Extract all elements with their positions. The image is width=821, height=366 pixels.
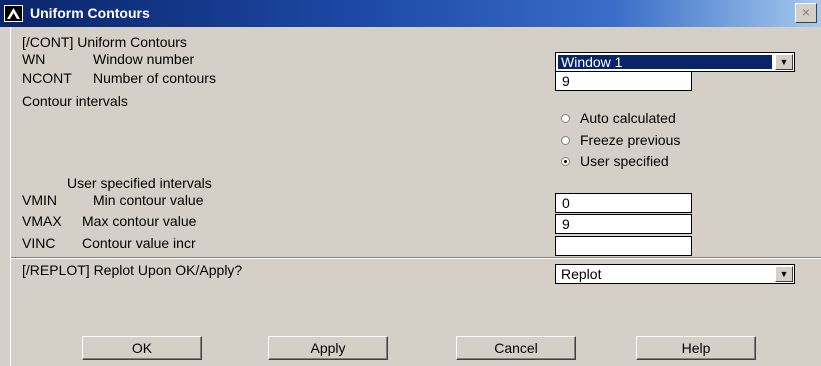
contour-intervals-label: Contour intervals bbox=[22, 93, 128, 109]
vinc-description: Contour value incr bbox=[82, 235, 196, 251]
wn-description: Window number bbox=[93, 51, 195, 67]
radio-user-specified[interactable]: User specified bbox=[561, 153, 761, 171]
cancel-button[interactable]: Cancel bbox=[456, 336, 576, 360]
vmax-input[interactable]: 9 bbox=[555, 214, 692, 234]
close-icon: × bbox=[801, 4, 811, 20]
apply-button[interactable]: Apply bbox=[268, 336, 388, 360]
vmax-key: VMAX bbox=[22, 213, 62, 229]
vmin-description: Min contour value bbox=[93, 192, 204, 208]
replot-label: [/REPLOT] Replot Upon OK/Apply? bbox=[22, 262, 243, 278]
ncont-key: NCONT bbox=[22, 70, 72, 86]
ok-button[interactable]: OK bbox=[82, 336, 202, 360]
window-number-select[interactable]: Window 1 ▼ bbox=[555, 52, 795, 72]
replot-value: Replot bbox=[561, 266, 602, 282]
replot-select[interactable]: Replot ▼ bbox=[555, 264, 795, 284]
radio-freeze-previous[interactable]: Freeze previous bbox=[561, 132, 761, 150]
radio-button-icon[interactable] bbox=[561, 114, 570, 123]
vmin-key: VMIN bbox=[22, 192, 57, 208]
vmin-input[interactable]: 0 bbox=[555, 193, 692, 213]
user-intervals-label: User specified intervals bbox=[67, 175, 212, 191]
dialog-left-frame bbox=[0, 27, 11, 366]
vmax-description: Max contour value bbox=[82, 213, 197, 229]
section-divider bbox=[11, 257, 821, 259]
uniform-contours-dialog: Uniform Contours × [/CONT] Uniform Conto… bbox=[0, 0, 821, 366]
chevron-down-icon[interactable]: ▼ bbox=[775, 54, 793, 70]
app-logo-icon bbox=[4, 5, 23, 22]
wn-key: WN bbox=[22, 51, 46, 67]
chevron-down-icon[interactable]: ▼ bbox=[775, 266, 793, 282]
ncont-input[interactable]: 9 bbox=[555, 71, 692, 91]
ncont-description: Number of contours bbox=[93, 70, 216, 86]
radio-button-selected-icon[interactable] bbox=[561, 157, 570, 166]
vinc-input[interactable] bbox=[555, 236, 692, 256]
command-header: [/CONT] Uniform Contours bbox=[22, 34, 187, 50]
window-title: Uniform Contours bbox=[30, 5, 150, 21]
radio-button-icon[interactable] bbox=[561, 136, 570, 145]
title-bar[interactable]: Uniform Contours × bbox=[0, 0, 821, 27]
vinc-key: VINC bbox=[22, 235, 56, 251]
radio-auto-calculated[interactable]: Auto calculated bbox=[561, 110, 761, 128]
radio-freeze-label: Freeze previous bbox=[580, 132, 681, 148]
close-button[interactable]: × bbox=[795, 3, 817, 23]
help-button[interactable]: Help bbox=[636, 336, 756, 360]
radio-auto-label: Auto calculated bbox=[580, 110, 676, 126]
window-number-value: Window 1 bbox=[558, 55, 772, 69]
radio-user-label: User specified bbox=[580, 153, 669, 169]
